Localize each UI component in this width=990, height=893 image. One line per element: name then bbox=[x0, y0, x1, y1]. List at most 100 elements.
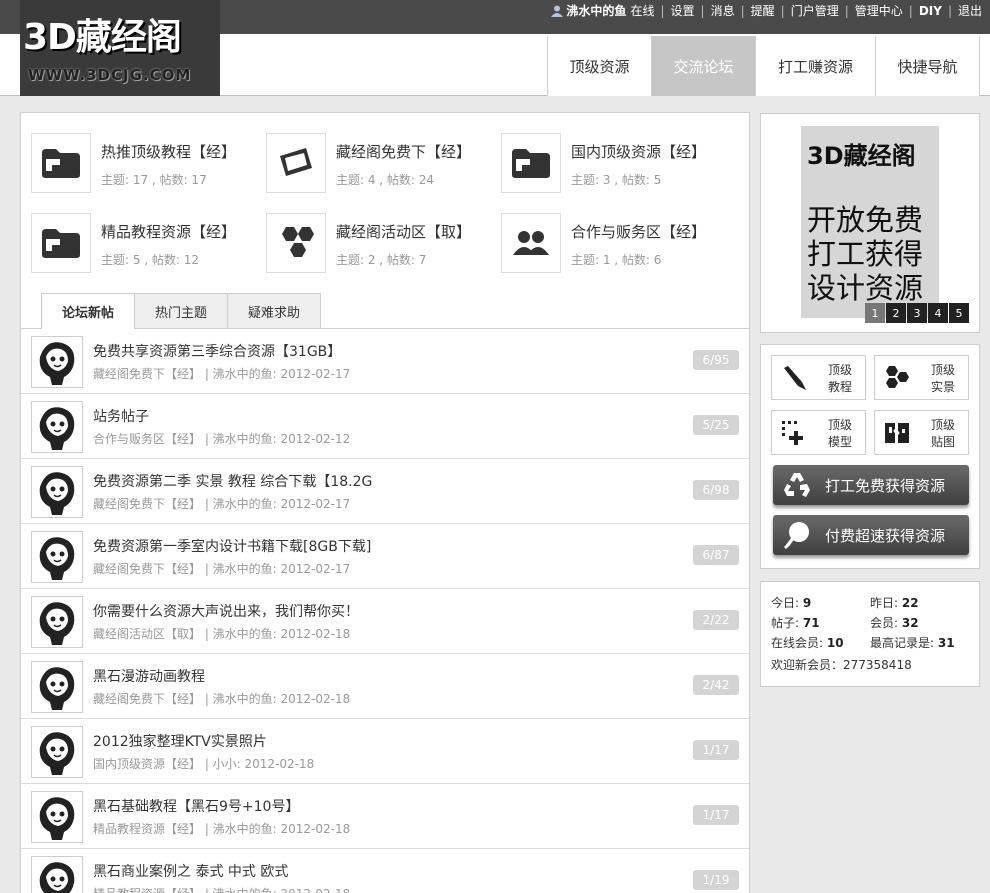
reply-view-count: 1/19 bbox=[693, 870, 739, 890]
thread-title[interactable]: 免费资源第二季 实景 教程 综合下载【18.2G bbox=[93, 471, 372, 491]
quick-scenes-button[interactable]: 顶级 实景 bbox=[874, 355, 969, 400]
paid-fast-resources-button[interactable]: 付费超速获得资源 bbox=[773, 515, 969, 555]
banner-line: 设计资源 bbox=[807, 271, 924, 305]
stat-posts: 帖子: 71 bbox=[771, 616, 820, 630]
forum-name[interactable]: 精品教程资源【经】 bbox=[101, 221, 236, 242]
forum-item[interactable]: 国内顶级资源【经】 主题: 3 , 帖数: 5 bbox=[501, 133, 731, 193]
diy-link[interactable]: DIY bbox=[919, 4, 942, 18]
forum-name[interactable]: 藏经阁活动区【取】 bbox=[336, 221, 471, 242]
banner-line: 开放免费 bbox=[807, 203, 924, 237]
thread-row[interactable]: 你需要什么资源大声说出来，我们帮你买！ 藏经阁活动区【取】 | 沸水中的鱼: 2… bbox=[21, 589, 749, 654]
messages-link[interactable]: 消息 bbox=[711, 2, 735, 19]
reply-view-count: 6/87 bbox=[693, 545, 739, 565]
nav-work-for-resources[interactable]: 打工赚资源 bbox=[756, 36, 876, 96]
thread-meta: 国内顶级资源【经】 | 小小: 2012-02-18 bbox=[93, 757, 315, 771]
forum-item[interactable]: 热推顶级教程【经】 主题: 17 , 帖数: 17 bbox=[31, 133, 261, 193]
tab-hot-topics[interactable]: 热门主题 bbox=[134, 293, 229, 328]
thread-row[interactable]: 黑石商业案例之 泰式 中式 欧式 精品教程资源【经】 | 沸水中的鱼: 2012… bbox=[21, 849, 749, 893]
logout-link[interactable]: 退出 bbox=[958, 2, 982, 19]
recycle-icon bbox=[784, 473, 810, 497]
avatar[interactable] bbox=[31, 856, 83, 893]
forum-stat: 主题: 17 , 帖数: 17 bbox=[101, 173, 207, 187]
avatar[interactable] bbox=[31, 336, 83, 388]
promo-banner[interactable]: 3D藏经阁 开放免费 打工获得 设计资源 1 2 3 4 5 bbox=[760, 113, 980, 333]
puzzle-icon bbox=[885, 423, 909, 443]
quick-label: 顶级 实景 bbox=[930, 363, 955, 394]
forum-item[interactable]: 藏经阁免费下【经】 主题: 4 , 帖数: 24 bbox=[266, 133, 496, 193]
main-nav: 顶级资源 交流论坛 打工赚资源 快捷导航 bbox=[547, 36, 980, 96]
portal-admin-link[interactable]: 门户管理 bbox=[791, 2, 839, 19]
banner-page-3[interactable]: 3 bbox=[907, 303, 927, 323]
quick-textures-button[interactable]: 顶级 贴图 bbox=[874, 410, 969, 455]
forum-item[interactable]: 藏经阁活动区【取】 主题: 2 , 帖数: 7 bbox=[266, 213, 496, 273]
banner-page-1[interactable]: 1 bbox=[865, 303, 885, 323]
thread-row[interactable]: 2012独家整理KTV实景照片 国内顶级资源【经】 | 小小: 2012-02-… bbox=[21, 719, 749, 784]
thread-meta: 藏经阁免费下【经】 | 沸水中的鱼: 2012-02-18 bbox=[93, 692, 351, 706]
banner-page-5[interactable]: 5 bbox=[949, 303, 969, 323]
nav-top-resources[interactable]: 顶级资源 bbox=[548, 36, 652, 96]
forum-stats: 今日: 9 昨日: 22 帖子: 71 会员: 32 在线会员: 10 最高记录… bbox=[760, 581, 980, 687]
forum-name[interactable]: 国内顶级资源【经】 bbox=[571, 141, 706, 162]
forum-stat: 主题: 1 , 帖数: 6 bbox=[571, 253, 662, 267]
thread-meta: 合作与贩务区【经】 | 沸水中的鱼: 2012-02-12 bbox=[93, 432, 351, 446]
banner-page-4[interactable]: 4 bbox=[928, 303, 948, 323]
frames-icon bbox=[266, 133, 326, 193]
hexagons-icon bbox=[266, 213, 326, 273]
tab-help[interactable]: 疑难求助 bbox=[227, 293, 322, 328]
avatar[interactable] bbox=[31, 401, 83, 453]
thread-title[interactable]: 黑石基础教程【黑石9号+10号】 bbox=[93, 796, 299, 816]
reminders-link[interactable]: 提醒 bbox=[751, 2, 775, 19]
thread-row[interactable]: 免费资源第二季 实景 教程 综合下载【18.2G 藏经阁免费下【经】 | 沸水中… bbox=[21, 459, 749, 524]
nav-quick-navigation[interactable]: 快捷导航 bbox=[876, 36, 980, 96]
forum-name[interactable]: 热推顶级教程【经】 bbox=[101, 141, 236, 162]
thread-row[interactable]: 免费共享资源第三季综合资源【31GB】 藏经阁免费下【经】 | 沸水中的鱼: 2… bbox=[21, 329, 749, 394]
pen-icon bbox=[783, 522, 809, 550]
forum-item[interactable]: 精品教程资源【经】 主题: 5 , 帖数: 12 bbox=[31, 213, 261, 273]
avatar[interactable] bbox=[31, 596, 83, 648]
site-logo[interactable]: 3D藏经阁 WWW.3DCJG.COM bbox=[20, 0, 220, 96]
banner-page-2[interactable]: 2 bbox=[886, 303, 906, 323]
forum-item[interactable]: 合作与贩务区【经】 主题: 1 , 帖数: 6 bbox=[501, 213, 731, 273]
tab-new-posts[interactable]: 论坛新帖 bbox=[41, 293, 136, 329]
thread-meta: 藏经阁免费下【经】 | 沸水中的鱼: 2012-02-17 bbox=[93, 562, 351, 576]
banner-line: 打工获得 bbox=[807, 237, 924, 271]
thread-title[interactable]: 你需要什么资源大声说出来，我们帮你买！ bbox=[93, 601, 359, 621]
avatar[interactable] bbox=[31, 466, 83, 518]
thread-row[interactable]: 免费资源第一季室内设计书籍下载[8GB下载] 藏经阁免费下【经】 | 沸水中的鱼… bbox=[21, 524, 749, 589]
admin-center-link[interactable]: 管理中心 bbox=[855, 2, 903, 19]
thread-list: 免费共享资源第三季综合资源【31GB】 藏经阁免费下【经】 | 沸水中的鱼: 2… bbox=[21, 329, 749, 893]
welcome-new-member[interactable]: 欢迎新会员：277358418 bbox=[771, 656, 912, 673]
forum-name[interactable]: 合作与贩务区【经】 bbox=[571, 221, 706, 242]
brush-icon bbox=[784, 366, 806, 390]
avatar[interactable] bbox=[31, 661, 83, 713]
forum-stat: 主题: 5 , 帖数: 12 bbox=[101, 253, 200, 267]
thread-row[interactable]: 站务帖子 合作与贩务区【经】 | 沸水中的鱼: 2012-02-12 5/25 bbox=[21, 394, 749, 459]
thread-title[interactable]: 免费资源第一季室内设计书籍下载[8GB下载] bbox=[93, 536, 371, 556]
username-link[interactable]: 沸水中的鱼 bbox=[566, 2, 626, 19]
thread-title[interactable]: 黑石漫游动画教程 bbox=[93, 666, 205, 686]
main-panel: 热推顶级教程【经】 主题: 17 , 帖数: 17 藏经阁免费下【经】 主题: … bbox=[20, 112, 750, 893]
settings-link[interactable]: 设置 bbox=[671, 2, 695, 19]
thread-title[interactable]: 黑石商业案例之 泰式 中式 欧式 bbox=[93, 861, 288, 881]
thread-title[interactable]: 免费共享资源第三季综合资源【31GB】 bbox=[93, 341, 341, 361]
quick-label: 顶级 模型 bbox=[827, 418, 852, 449]
thread-row[interactable]: 黑石基础教程【黑石9号+10号】 精品教程资源【经】 | 沸水中的鱼: 2012… bbox=[21, 784, 749, 849]
thread-title[interactable]: 2012独家整理KTV实景照片 bbox=[93, 731, 267, 751]
quick-tutorials-button[interactable]: 顶级 教程 bbox=[771, 355, 866, 400]
avatar[interactable] bbox=[31, 726, 83, 778]
quick-models-button[interactable]: 顶级 模型 bbox=[771, 410, 866, 455]
thread-row[interactable]: 黑石漫游动画教程 藏经阁免费下【经】 | 沸水中的鱼: 2012-02-18 2… bbox=[21, 654, 749, 719]
hexagons-icon bbox=[886, 366, 909, 388]
user-icon bbox=[551, 5, 564, 17]
forum-name[interactable]: 藏经阁免费下【经】 bbox=[336, 141, 471, 162]
grid-plus-icon bbox=[782, 421, 803, 445]
thread-meta: 精品教程资源【经】 | 沸水中的鱼: 2012-02-18 bbox=[93, 885, 350, 893]
nav-forum[interactable]: 交流论坛 bbox=[652, 36, 756, 96]
quick-label: 顶级 贴图 bbox=[930, 418, 955, 449]
avatar[interactable] bbox=[31, 531, 83, 583]
work-free-resources-button[interactable]: 打工免费获得资源 bbox=[773, 465, 969, 505]
stat-members: 会员: 32 bbox=[870, 616, 919, 630]
avatar[interactable] bbox=[31, 791, 83, 843]
banner-pager: 1 2 3 4 5 bbox=[864, 303, 969, 323]
thread-title[interactable]: 站务帖子 bbox=[93, 406, 149, 426]
